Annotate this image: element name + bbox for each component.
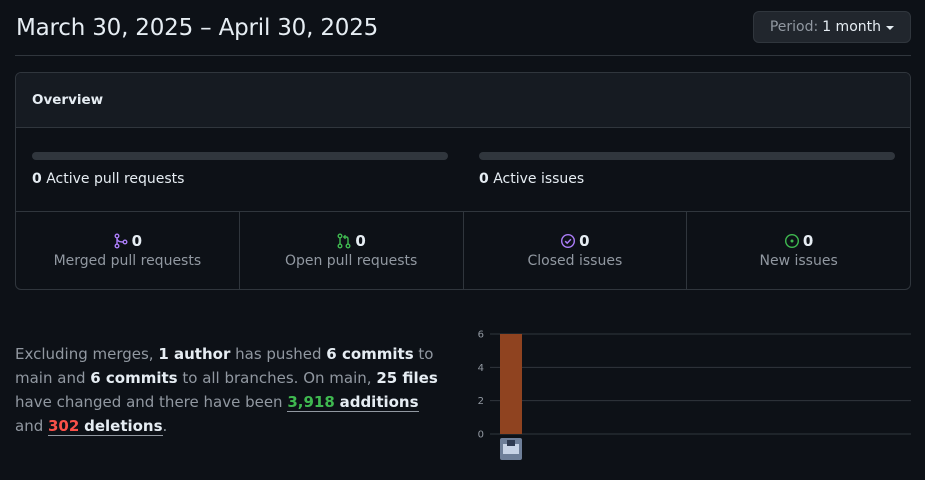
- git-pull-request-icon: [337, 233, 351, 249]
- open-pull-requests-count: 0: [355, 232, 366, 250]
- period-dropdown-button[interactable]: Period: 1 month: [752, 11, 911, 43]
- pull-requests-progress-bar: [32, 152, 448, 160]
- open-pull-requests-label: Open pull requests: [284, 253, 418, 269]
- active-pull-requests-summary: 0 Active pull requests: [32, 152, 448, 187]
- stat-open-pull-requests[interactable]: 0 Open pull requests: [240, 212, 464, 289]
- y-tick-label: 0: [478, 430, 484, 441]
- closed-issues-count: 0: [579, 232, 590, 250]
- issue-closed-icon: [561, 233, 576, 249]
- additions-word: additions: [339, 393, 419, 411]
- git-merge-icon: [114, 233, 128, 249]
- page-title: March 30, 2025 – April 30, 2025: [16, 15, 379, 41]
- deletions-count: 302: [48, 417, 80, 435]
- summary-text: .: [162, 417, 168, 435]
- deletions-word: deletions: [84, 417, 163, 435]
- summary-text: has pushed: [230, 345, 327, 363]
- issue-opened-icon: [784, 233, 799, 249]
- page-header: March 30, 2025 – April 30, 2025 Period: …: [15, 0, 911, 56]
- summary-commits-all: 6 commits: [90, 369, 178, 387]
- y-tick-label: 2: [478, 396, 484, 407]
- overview-panel: Overview 0 Active pull requests 0 Active…: [15, 72, 911, 290]
- new-issues-label: New issues: [759, 253, 838, 269]
- summary-text: Excluding merges,: [15, 345, 159, 363]
- commits-bar-chart: 0 2 4 6: [478, 330, 911, 460]
- merged-pull-requests-label: Merged pull requests: [53, 253, 202, 269]
- overview-header: Overview: [16, 73, 910, 128]
- period-value: 1 month: [822, 19, 881, 35]
- active-pull-requests-count: 0: [32, 171, 42, 187]
- author-avatar-detail: [507, 440, 515, 446]
- additions-link[interactable]: 3,918 additions: [287, 393, 419, 412]
- deletions-link[interactable]: 302 deletions: [48, 417, 163, 436]
- activity-bars: 0 Active pull requests 0 Active issues: [16, 128, 910, 212]
- y-tick-label: 4: [478, 363, 484, 374]
- summary-commits-main: 6 commits: [326, 345, 414, 363]
- summary-authors: 1 author: [158, 345, 231, 363]
- overview-title: Overview: [32, 92, 104, 108]
- active-pull-requests-link[interactable]: Active pull requests: [46, 171, 184, 187]
- overview-stats: 0 Merged pull requests 0 Open pull reque…: [16, 212, 910, 289]
- additions-count: 3,918: [287, 393, 335, 411]
- summary-text: and: [15, 417, 48, 435]
- stat-closed-issues[interactable]: 0 Closed issues: [464, 212, 688, 289]
- caret-down-icon: [886, 26, 894, 30]
- summary-text: have changed and there have been: [15, 393, 288, 411]
- period-label: Period:: [769, 19, 819, 35]
- summary-text: to all branches. On main,: [177, 369, 377, 387]
- y-tick-label: 6: [478, 330, 484, 341]
- stat-new-issues[interactable]: 0 New issues: [687, 212, 910, 289]
- new-issues-count: 0: [802, 232, 814, 250]
- active-issues-link[interactable]: Active issues: [493, 171, 584, 187]
- active-issues-summary: 0 Active issues: [479, 152, 895, 187]
- bar: [500, 334, 522, 434]
- stat-merged-pull-requests[interactable]: 0 Merged pull requests: [16, 212, 240, 289]
- summary-files: 25 files: [376, 369, 438, 387]
- merged-pull-requests-count: 0: [131, 232, 143, 250]
- issues-progress-bar: [479, 152, 895, 160]
- active-issues-count: 0: [479, 171, 489, 187]
- closed-issues-label: Closed issues: [527, 253, 623, 269]
- commit-summary: Excluding merges, 1 author has pushed 6 …: [15, 342, 445, 438]
